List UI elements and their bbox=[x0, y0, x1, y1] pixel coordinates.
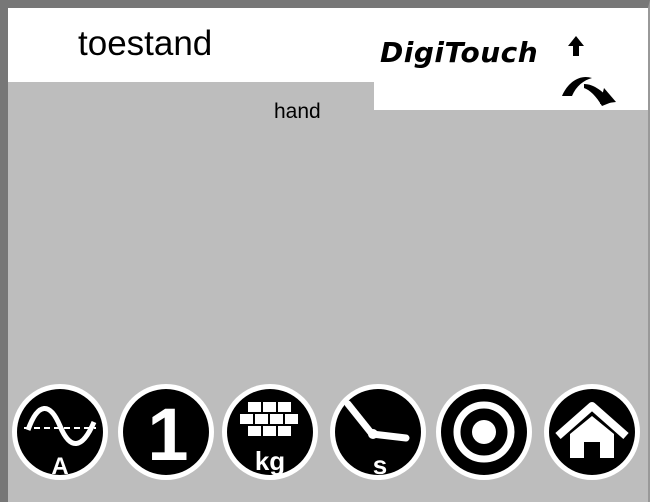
weight-unit-label: kg bbox=[255, 446, 285, 476]
target-button[interactable] bbox=[434, 382, 534, 482]
current-button[interactable]: A bbox=[10, 382, 110, 482]
target-ring-icon bbox=[436, 384, 532, 480]
home-button[interactable] bbox=[542, 382, 642, 482]
time-unit-label: s bbox=[373, 450, 387, 480]
page-title: toestand bbox=[78, 24, 213, 63]
logo: DigiTouch bbox=[374, 8, 648, 110]
bottom-toolbar: A 1 kg s bbox=[8, 382, 648, 486]
title-bar: toestand bbox=[8, 8, 374, 82]
current-sine-icon: A bbox=[12, 384, 108, 480]
number-one-icon: 1 bbox=[118, 384, 214, 480]
weight-bricks-icon: kg bbox=[222, 384, 318, 480]
state-value: hand bbox=[274, 100, 321, 123]
hand-pointer-logo-icon bbox=[562, 36, 616, 106]
home-icon bbox=[544, 384, 640, 480]
clock-seconds-icon: s bbox=[330, 384, 426, 480]
time-button[interactable]: s bbox=[328, 382, 428, 482]
current-unit-label: A bbox=[51, 453, 68, 480]
one-label: 1 bbox=[147, 393, 188, 476]
weight-button[interactable]: kg bbox=[220, 382, 320, 482]
logo-text: DigiTouch bbox=[380, 36, 539, 69]
one-button[interactable]: 1 bbox=[116, 382, 216, 482]
